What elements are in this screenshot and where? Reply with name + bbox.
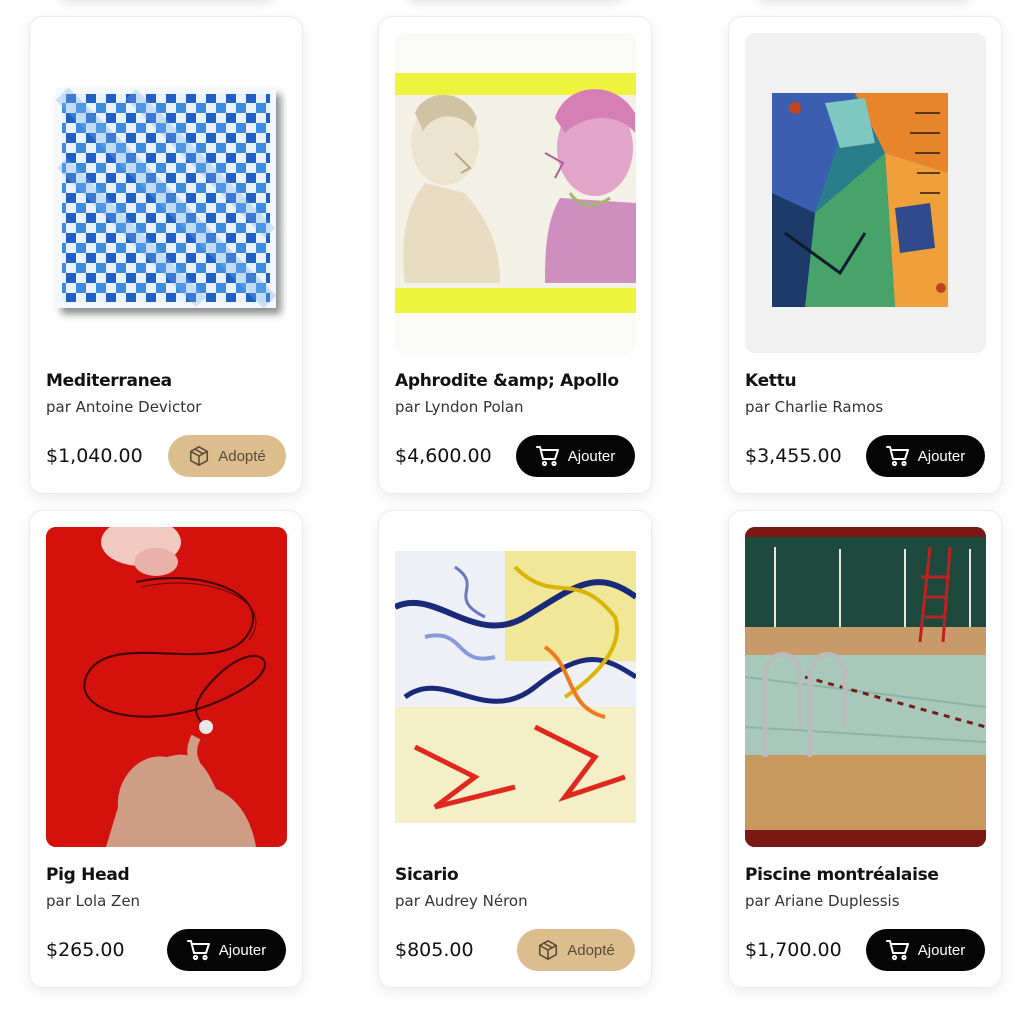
product-card[interactable]: Mediterranea par Antoine Devictor $1,040…	[29, 16, 303, 494]
box-icon	[190, 446, 209, 466]
product-card[interactable]: Kettu par Charlie Ramos $3,455.00 Ajoute…	[728, 16, 1002, 494]
add-to-cart-button[interactable]: Ajouter	[866, 435, 985, 477]
artwork-price: $3,455.00	[745, 445, 842, 467]
button-label: Ajouter	[917, 447, 966, 465]
artwork-price: $4,600.00	[395, 445, 492, 467]
artwork-title[interactable]: Pig Head	[46, 865, 130, 885]
box-icon	[539, 940, 558, 960]
cart-icon	[885, 940, 909, 961]
product-card[interactable]: Piscine montréalaise par Ariane Duplessi…	[728, 510, 1002, 988]
artwork-title[interactable]: Sicario	[395, 865, 459, 885]
artist-name[interactable]: par Charlie Ramos	[745, 398, 883, 416]
button-label: Ajouter	[917, 941, 966, 959]
artwork-price: $265.00	[46, 939, 125, 961]
add-to-cart-button[interactable]: Ajouter	[167, 929, 286, 971]
artist-name[interactable]: par Lola Zen	[46, 892, 140, 910]
artwork-image[interactable]	[46, 527, 287, 847]
product-card[interactable]: Aphrodite &amp; Apollo par Lyndon Polan …	[378, 16, 652, 494]
cart-icon	[885, 446, 909, 467]
artwork-image[interactable]	[745, 33, 986, 353]
button-label: Adopté	[218, 447, 266, 465]
artwork-image[interactable]	[745, 527, 986, 847]
adopted-button[interactable]: Adopté	[168, 435, 286, 477]
button-label: Ajouter	[218, 941, 267, 959]
artist-name[interactable]: par Ariane Duplessis	[745, 892, 900, 910]
artwork-title[interactable]: Piscine montréalaise	[745, 865, 939, 885]
add-to-cart-button[interactable]: Ajouter	[866, 929, 985, 971]
artwork-image[interactable]	[395, 527, 636, 847]
product-card[interactable]: Sicario par Audrey Néron $805.00 Adopté	[378, 510, 652, 988]
artist-name[interactable]: par Antoine Devictor	[46, 398, 201, 416]
add-to-cart-button[interactable]: Ajouter	[516, 435, 635, 477]
artwork-title[interactable]: Kettu	[745, 371, 797, 391]
artwork-image[interactable]	[395, 33, 636, 353]
artwork-price: $1,040.00	[46, 445, 143, 467]
button-label: Ajouter	[567, 447, 616, 465]
cart-icon	[186, 940, 210, 961]
artist-name[interactable]: par Audrey Néron	[395, 892, 528, 910]
artwork-image[interactable]	[46, 33, 287, 353]
artist-name[interactable]: par Lyndon Polan	[395, 398, 524, 416]
artwork-price: $805.00	[395, 939, 474, 961]
cart-icon	[535, 446, 559, 467]
artwork-price: $1,700.00	[745, 939, 842, 961]
button-label: Adopté	[567, 941, 615, 959]
artwork-title[interactable]: Mediterranea	[46, 371, 172, 391]
adopted-button[interactable]: Adopté	[517, 929, 635, 971]
product-card[interactable]: Pig Head par Lola Zen $265.00 Ajouter	[29, 510, 303, 988]
artwork-title[interactable]: Aphrodite &amp; Apollo	[395, 371, 619, 391]
